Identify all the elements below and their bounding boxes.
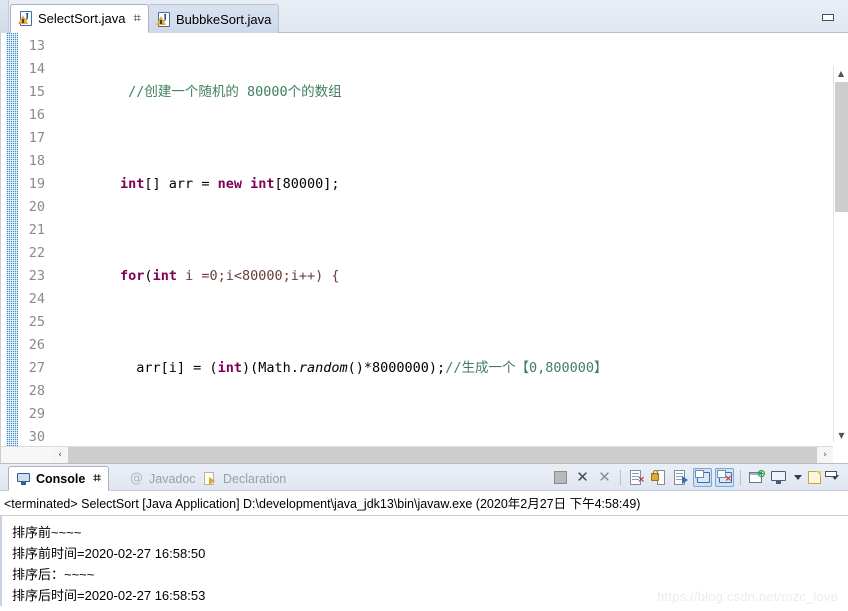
console-stack: Console ⌗ @ Javadoc Declaration ✕ ✕ × × … <box>0 463 848 611</box>
console-tab-label: Declaration <box>223 471 287 486</box>
line-number: 29 <box>28 406 45 422</box>
show-console-on-output-button[interactable] <box>693 468 712 487</box>
code-token-keyword: int <box>250 176 275 192</box>
java-file-warning-icon: J <box>18 11 33 26</box>
toolbar-separator <box>617 468 624 487</box>
console-output-line: 排序前~~~~ <box>12 525 82 540</box>
code-token-method: random <box>298 360 348 376</box>
show-console-on-error-button[interactable]: × <box>715 468 734 487</box>
console-run-header: <terminated> SelectSort [Java Applicatio… <box>0 491 848 516</box>
console-toolbar: ✕ ✕ × × ⊕ <box>551 466 840 489</box>
line-number: 17 <box>28 130 45 146</box>
code-token-text: arr[i] = ( <box>136 360 218 376</box>
tab-console[interactable]: Console ⌗ <box>8 466 109 491</box>
tab-declaration[interactable]: Declaration <box>196 466 293 491</box>
code-token-text: i =0;i<80000;i++) { <box>176 268 340 284</box>
line-number: 23 <box>28 268 45 284</box>
change-marker-bar <box>6 33 18 463</box>
declaration-icon <box>203 471 218 486</box>
code-token-keyword: new <box>217 176 242 192</box>
close-icon[interactable]: ⌗ <box>133 12 140 25</box>
editor-tab-selectsort[interactable]: J SelectSort.java ⌗ <box>10 4 149 33</box>
eclipse-window: J SelectSort.java ⌗ J BubbkeSort.java 13 <box>0 0 848 611</box>
console-stream-indicator <box>0 516 2 606</box>
remove-all-terminated-button[interactable]: ✕ <box>595 468 614 487</box>
scroll-up-icon[interactable]: ▲ <box>834 66 848 80</box>
code-token-text: [80000]; <box>274 176 340 192</box>
editor-corner <box>1 446 52 463</box>
scroll-left-icon[interactable]: ‹ <box>52 446 68 464</box>
code-token-comment: //创建一个随机的 80000个的数组 <box>128 84 342 100</box>
line-number: 27 <box>28 360 45 376</box>
line-number: 28 <box>28 383 45 399</box>
javadoc-at-icon: @ <box>130 470 143 486</box>
editor-body: 13 14 15 16 17 18 19 20 21 22 23 24 25 2… <box>0 33 848 464</box>
code-token-keyword: int <box>217 360 242 376</box>
code-line[interactable]: for(int i =0;i<80000;i++) { <box>51 265 848 288</box>
word-wrap-button[interactable] <box>671 468 690 487</box>
console-tab-label: Console <box>36 471 86 486</box>
pin-console-button[interactable]: ⊕ <box>747 468 766 487</box>
line-number: 15 <box>28 84 45 100</box>
line-number: 24 <box>28 291 45 307</box>
line-number: 26 <box>28 337 45 353</box>
code-token-comment: //生成一个【0,800000】 <box>445 360 608 376</box>
console-output-line: 排序前时间=2020-02-27 16:58:50 <box>12 546 206 561</box>
tabbar-left-strip <box>0 0 9 33</box>
line-number-ruler: 13 14 15 16 17 18 19 20 21 22 23 24 25 2… <box>18 33 51 463</box>
editor-gutter: 13 14 15 16 17 18 19 20 21 22 23 24 25 2… <box>1 33 51 463</box>
code-line[interactable]: //创建一个随机的 80000个的数组 <box>51 81 848 104</box>
watermark: https://blog.csdn.net/mzc_love <box>657 589 838 604</box>
terminate-button[interactable] <box>551 468 570 487</box>
line-number: 19 <box>28 176 45 192</box>
scrollbar-thumb[interactable] <box>835 82 848 212</box>
close-icon[interactable]: ⌗ <box>93 472 100 485</box>
line-number: 13 <box>28 38 45 54</box>
code-token-keyword: for <box>120 268 145 284</box>
editor-stack: J SelectSort.java ⌗ J BubbkeSort.java 13 <box>0 0 848 464</box>
line-number: 20 <box>28 199 45 215</box>
scroll-lock-button[interactable] <box>649 468 668 487</box>
line-number: 14 <box>28 61 45 77</box>
java-file-warning-icon: J <box>156 11 171 27</box>
code-line[interactable]: arr[i] = (int)(Math.random()*8000000);//… <box>51 357 848 380</box>
code-text-area[interactable]: //创建一个随机的 80000个的数组 int[] arr = new int[… <box>51 33 848 463</box>
open-console-button[interactable] <box>806 468 825 487</box>
editor-tab-bubbkesort[interactable]: J BubbkeSort.java <box>148 4 280 33</box>
editor-tab-label: BubbkeSort.java <box>176 11 272 27</box>
tab-javadoc[interactable]: @ Javadoc <box>122 466 203 491</box>
code-token-keyword: int <box>152 268 177 284</box>
editor-tab-label: SelectSort.java <box>38 11 126 26</box>
console-minimize-button[interactable] <box>825 471 839 480</box>
display-selected-console-button[interactable] <box>769 468 788 487</box>
display-selected-console-menu[interactable] <box>791 468 803 487</box>
code-line[interactable]: int[] arr = new int[80000]; <box>51 173 848 196</box>
line-number: 25 <box>28 314 45 330</box>
toolbar-separator <box>737 468 744 487</box>
code-token-text: ( <box>144 268 153 284</box>
code-token-text: [] arr = <box>144 176 218 192</box>
code-token-text: )(Math. <box>241 360 299 376</box>
line-number: 16 <box>28 107 45 123</box>
scrollbar-thumb-horizontal[interactable] <box>68 446 817 464</box>
remove-launch-button[interactable]: ✕ <box>573 468 592 487</box>
console-tabbar: Console ⌗ @ Javadoc Declaration ✕ ✕ × × … <box>0 464 848 491</box>
scroll-right-icon[interactable]: › <box>817 446 833 464</box>
code-token-keyword: int <box>120 176 145 192</box>
editor-tabbar: J SelectSort.java ⌗ J BubbkeSort.java <box>0 0 848 33</box>
console-output-line: 排序后：~~~~ <box>12 567 95 582</box>
editor-minimize-button[interactable] <box>819 11 837 24</box>
editor-horizontal-scrollbar[interactable]: ‹ › <box>52 446 833 464</box>
console-body[interactable]: <terminated> SelectSort [Java Applicatio… <box>0 491 848 611</box>
line-number: 18 <box>28 153 45 169</box>
editor-vertical-scrollbar[interactable]: ▲ ▼ <box>833 66 848 442</box>
line-number: 21 <box>28 222 45 238</box>
clear-console-button[interactable]: × <box>627 468 646 487</box>
scroll-down-icon[interactable]: ▼ <box>834 428 848 442</box>
code-token-text: ()*8000000); <box>347 360 446 376</box>
console-monitor-icon <box>16 472 31 486</box>
line-number: 22 <box>28 245 45 261</box>
console-tab-label: Javadoc <box>149 471 196 486</box>
